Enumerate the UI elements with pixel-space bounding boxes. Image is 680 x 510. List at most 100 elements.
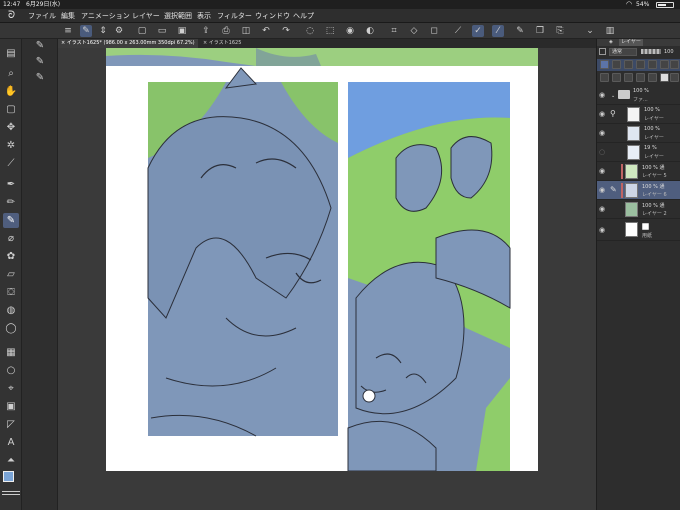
menu-file[interactable]: ファイル [28,9,56,23]
settings-icon[interactable]: ⚙ [113,25,125,37]
frame-icon[interactable]: ▣ [3,399,19,414]
crop-icon[interactable]: ⌗ [388,25,400,37]
eraser-icon[interactable]: ▱ [3,267,19,282]
new-vector-layer-icon[interactable] [612,73,621,82]
layer-panel-title[interactable]: レイヤー [619,39,643,46]
opacity-value[interactable]: 100 [664,47,674,57]
pen-icon[interactable]: ✒ [3,177,19,192]
menu-help[interactable]: ヘルプ [293,9,314,23]
tab-other-document[interactable]: × イラスト1625 [200,39,270,48]
menu-animation[interactable]: アニメーション [81,9,130,23]
transparent-color-icon[interactable] [2,491,20,495]
visibility-eye-icon[interactable]: ◉ [599,205,607,213]
export-icon[interactable]: ⇪ [200,25,212,37]
fill-bucket-icon[interactable]: ⛋ [3,285,19,300]
panel-toggle-icon[interactable]: ▥ [604,25,616,37]
fill-icon[interactable]: ◉ [344,25,356,37]
airbrush-icon[interactable]: ⌀ [3,231,19,246]
new-file-icon[interactable]: ▢ [136,25,148,37]
brush-icon[interactable]: ✎ [3,213,19,228]
menu-layer[interactable]: レイヤー [132,9,160,23]
save-icon[interactable]: ▣ [176,25,188,37]
new-raster-layer-icon[interactable] [600,73,609,82]
navigator-icon[interactable]: ▤ [3,46,19,61]
print-icon[interactable]: ⎙ [220,25,232,37]
tool-mode-icon[interactable]: ✎ [80,25,92,37]
apply-mask-icon[interactable] [660,73,669,82]
ruler-link-icon[interactable] [670,60,679,69]
subtool-brush-1-icon[interactable]: ✎ [32,39,48,53]
layer-mask-icon[interactable] [648,73,657,82]
paste-icon[interactable]: ⎘ [554,25,566,37]
reference-icon[interactable] [624,60,633,69]
vector-icon[interactable]: ⁄ [492,25,504,37]
subtool-brush-3-icon[interactable]: ✎ [32,71,48,85]
main-color-swatch[interactable] [3,471,14,482]
hand-icon[interactable]: ✋ [3,84,19,99]
gradient-icon[interactable]: ▦ [3,345,19,360]
visibility-eye-icon[interactable]: ◉ [599,186,607,194]
figure-icon[interactable]: ○ [3,363,19,378]
lock-icon[interactable] [648,60,657,69]
new-folder-icon[interactable] [624,73,633,82]
canvas-page[interactable] [106,48,538,472]
folder-expand-icon[interactable]: ⌄ [611,93,615,99]
blend-icon[interactable]: ◍ [3,303,19,318]
menu-window[interactable]: ウィンドウ [255,9,290,23]
layer-row[interactable]: ◉ ⌄ 100 % ファ... [597,86,680,105]
visibility-eye-icon[interactable]: ◉ [599,129,607,137]
zoom-icon[interactable]: ⌕ [3,66,19,81]
speech-balloon-icon[interactable]: ◯ [3,321,19,336]
layer-row[interactable]: ◉ 100 % レイヤー [597,124,680,143]
draft-icon[interactable] [636,60,645,69]
layer-row-selected[interactable]: ◉ ✎ 100 % 通 レイヤー 6 [597,181,680,200]
stabilizer-icon[interactable]: ✓ [472,25,484,37]
ruler-tool-icon[interactable]: ◸ [3,417,19,432]
ruler-icon[interactable]: ⟋ [452,25,464,37]
open-file-icon[interactable]: ▭ [156,25,168,37]
edit-icon[interactable]: ✎ [514,25,526,37]
merge-down-icon[interactable] [636,73,645,82]
scale-icon[interactable]: ◻ [428,25,440,37]
menu-filter[interactable]: フィルター [217,9,252,23]
menu-edit[interactable]: 編集 [61,9,75,23]
pencil-icon[interactable]: ✏ [3,195,19,210]
select-rect-icon[interactable]: ▢ [3,102,19,117]
redo-icon[interactable]: ↷ [280,25,292,37]
move-icon[interactable]: ✥ [3,120,19,135]
decoration-icon[interactable]: ✿ [3,249,19,264]
delete-layer-icon[interactable] [670,73,679,82]
lasso-select-icon[interactable]: ◌ [304,25,316,37]
transform-icon[interactable]: ◇ [408,25,420,37]
visibility-eye-icon[interactable]: ◉ [599,167,607,175]
layer-row[interactable]: ◉ ⚲ 100 % レイヤー [597,105,680,124]
collapse-chevron-icon[interactable]: ⌄ [584,25,596,37]
visibility-eye-icon[interactable]: ○ [599,148,607,156]
menu-view[interactable]: 表示 [197,9,211,23]
layer-row[interactable]: ◉ 100 % 通 レイヤー 5 [597,162,680,181]
copy-icon[interactable]: ❐ [534,25,546,37]
visibility-eye-icon[interactable]: ◉ [599,226,607,234]
magic-wand-icon[interactable]: ✲ [3,138,19,153]
visibility-eye-icon[interactable]: ◉ [599,110,607,118]
opacity-slider[interactable] [641,49,661,54]
clip-icon[interactable] [612,60,621,69]
text-icon[interactable]: A [3,435,19,450]
undo-icon[interactable]: ↶ [260,25,272,37]
mask-icon[interactable] [660,60,669,69]
layer-property-icon[interactable] [599,48,606,55]
invert-selection-icon[interactable]: ◐ [364,25,376,37]
app-logo-icon[interactable]: ᘐ [8,9,15,23]
layer-row-paper[interactable]: ◉ 用紙 [597,219,680,241]
menu-selection[interactable]: 選択範囲 [164,9,192,23]
lock-transparency-icon[interactable] [600,60,609,69]
blend-mode-select[interactable]: 通常 [609,48,637,56]
subtool-brush-2-icon[interactable]: ✎ [32,55,48,69]
tab-active-document[interactable]: × イラスト1625* (986.00 x 263.00mm 350dpi 67… [58,39,198,48]
layer-row[interactable]: ◉ 100 % 通 レイヤー 2 [597,200,680,219]
hamburger-menu-icon[interactable]: ≡ [62,25,74,37]
share-icon[interactable]: ◫ [240,25,252,37]
deselect-icon[interactable]: ⬚ [324,25,336,37]
visibility-eye-icon[interactable]: ◉ [599,91,607,99]
eyedropper-icon[interactable]: ⟋ [3,156,19,171]
